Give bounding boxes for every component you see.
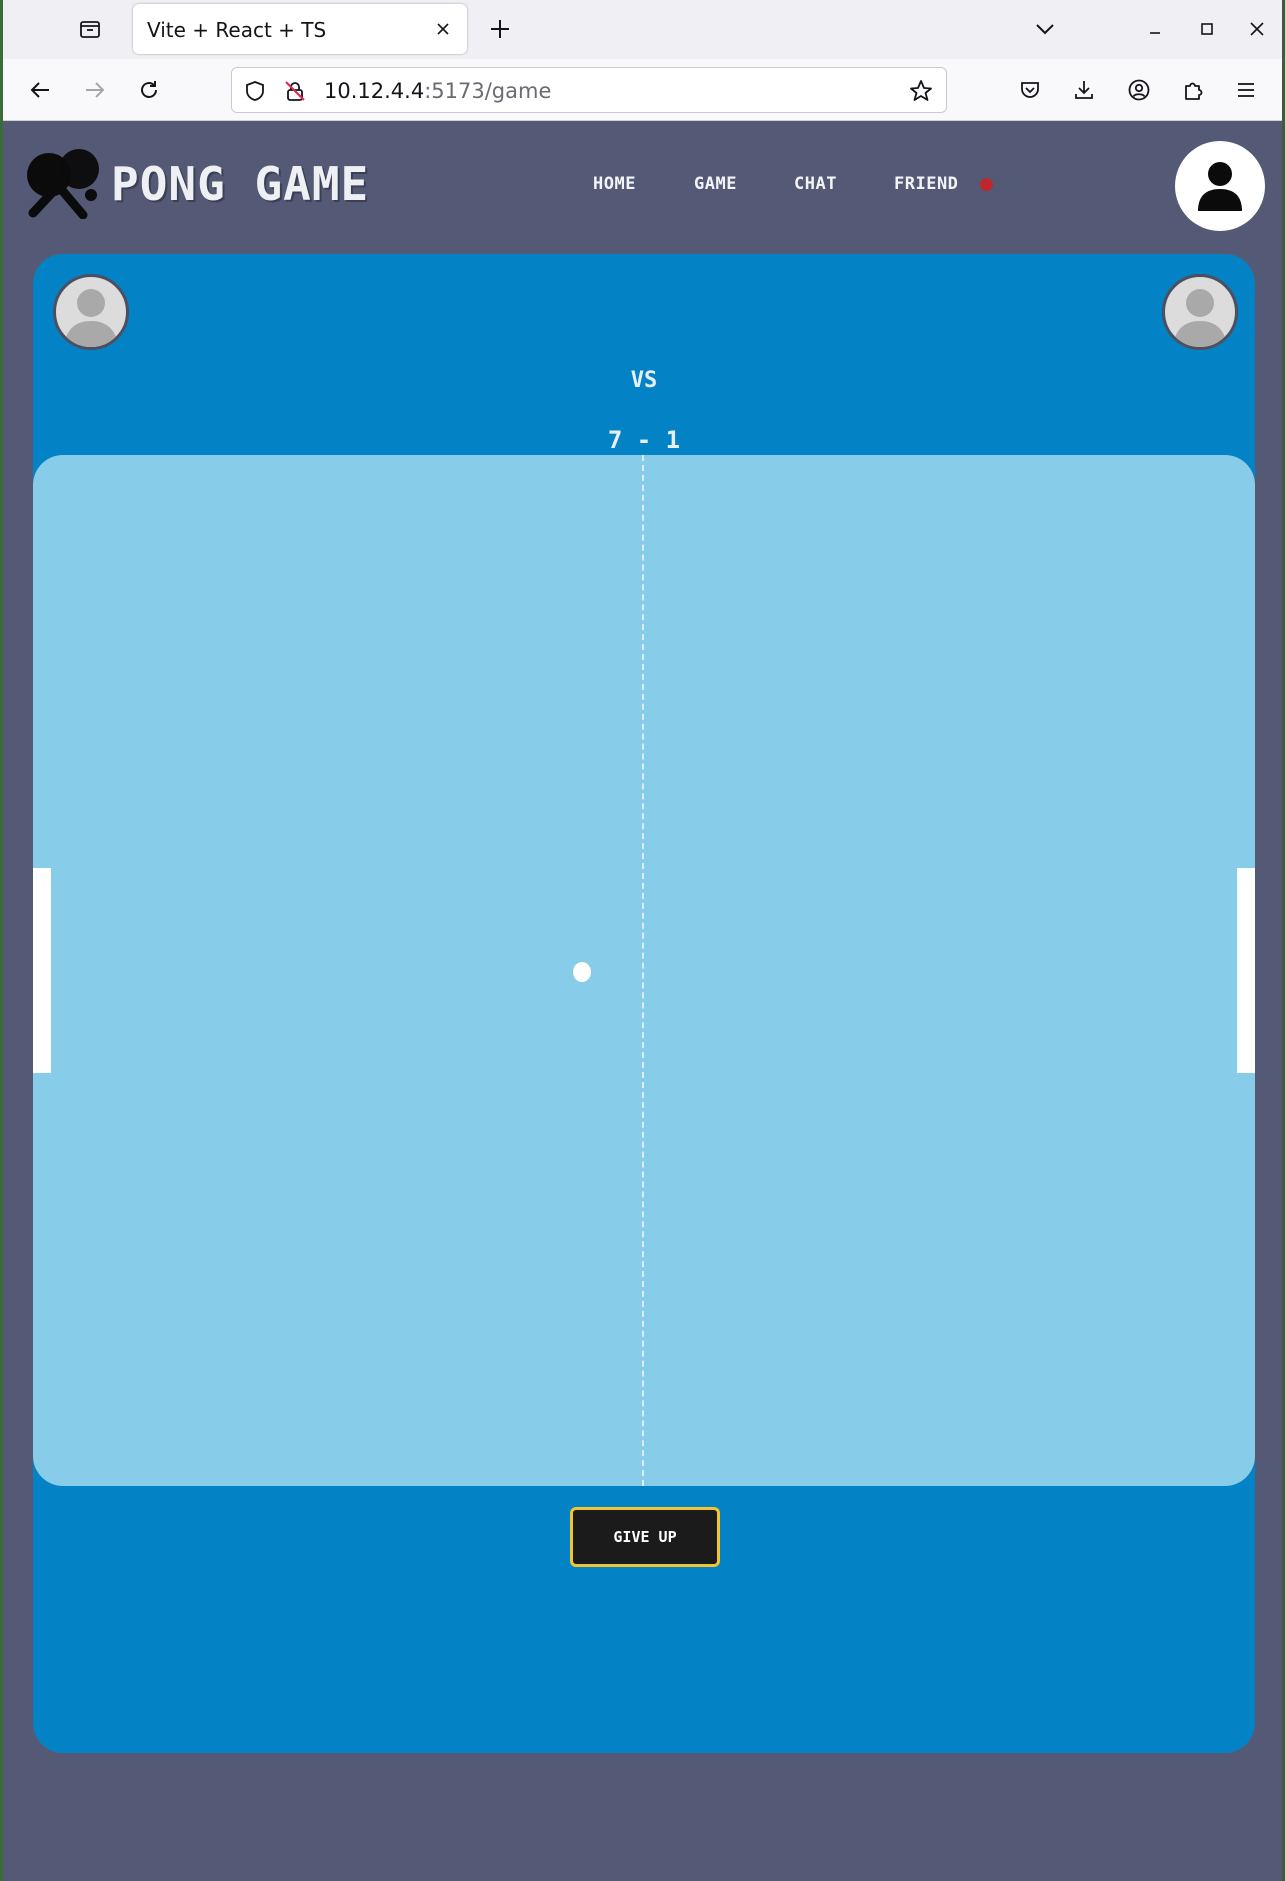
star-icon[interactable] [908,78,934,104]
friend-notification-dot [980,178,993,191]
game-panel: VS 7 - 1 GIVE UP [33,254,1255,1753]
tab-title: Vite + React + TS [147,18,327,42]
right-paddle [1237,868,1255,1073]
shield-icon[interactable] [242,78,268,104]
forward-arrow-icon[interactable] [76,71,114,109]
nav-friend[interactable]: FRIEND [894,174,958,194]
browser-window: Vite + React + TS 10.12.4.4:5173/game PO… [3,0,1282,1881]
reload-icon[interactable] [130,71,168,109]
nav-home[interactable]: HOME [593,174,636,194]
close-icon[interactable] [431,17,455,41]
player-two-avatar [1162,274,1238,350]
score-display: 7 - 1 [607,426,681,454]
game-field[interactable] [33,455,1255,1486]
ball [573,962,591,982]
close-window-icon[interactable] [1240,12,1274,46]
tab-list-icon[interactable] [75,14,105,44]
left-paddle [33,868,51,1073]
app-title[interactable]: PONG GAME [111,157,369,211]
app-page: PONG GAME HOME GAME CHAT FRIEND VS 7 - 1 [3,121,1282,1881]
navigation-toolbar: 10.12.4.4:5173/game [3,59,1282,121]
account-icon[interactable] [1120,71,1158,109]
versus-label: VS [630,368,658,393]
active-tab[interactable]: Vite + React + TS [133,4,467,54]
pocket-icon[interactable] [1011,71,1049,109]
url-bar[interactable]: 10.12.4.4:5173/game [231,67,947,113]
minimize-icon[interactable] [1138,12,1172,46]
nav-chat[interactable]: CHAT [794,174,837,194]
player-one-avatar [53,274,129,350]
user-icon [1198,162,1242,211]
hamburger-menu-icon[interactable] [1227,71,1265,109]
tab-bar: Vite + React + TS [3,0,1282,59]
plus-icon[interactable] [483,12,517,46]
nav-game[interactable]: GAME [694,174,737,194]
download-icon[interactable] [1065,71,1103,109]
maximize-icon[interactable] [1190,12,1224,46]
back-arrow-icon[interactable] [21,71,59,109]
center-line [642,455,644,1486]
puzzle-icon[interactable] [1174,71,1212,109]
insecure-lock-icon[interactable] [282,78,308,104]
profile-button[interactable] [1175,141,1265,231]
ping-pong-paddle-icon[interactable] [21,147,101,220]
url-path: :5173/game [424,79,552,103]
url-text: 10.12.4.4:5173/game [324,79,551,103]
give-up-button[interactable]: GIVE UP [570,1507,720,1567]
chevron-down-icon[interactable] [1028,12,1062,46]
url-host: 10.12.4.4 [324,79,425,103]
